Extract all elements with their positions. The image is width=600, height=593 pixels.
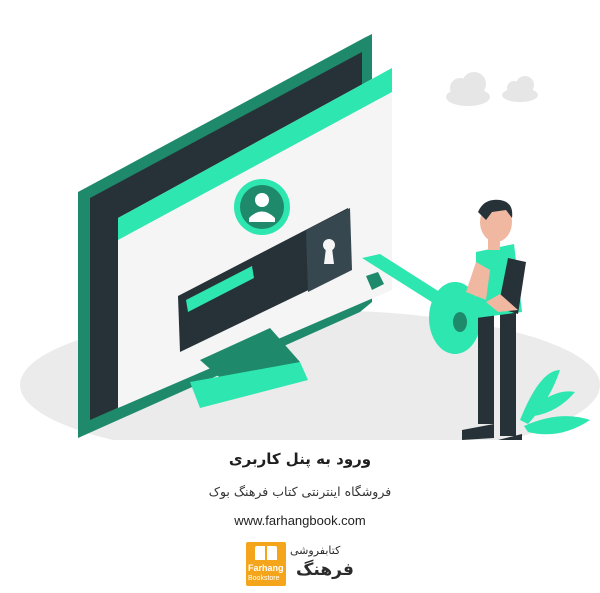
logo-english-sub: Bookstore bbox=[248, 575, 280, 582]
website-url[interactable]: www.farhangbook.com bbox=[0, 513, 600, 528]
user-avatar-icon bbox=[234, 179, 290, 235]
logo-english-name: Farhang bbox=[248, 563, 284, 573]
login-splash-page: ورود به پنل کاربری فروشگاه اینترنتی کتاب… bbox=[0, 0, 600, 593]
page-title: ورود به پنل کاربری bbox=[228, 450, 372, 468]
page-subtitle: فروشگاه اینترنتی کتاب فرهنگ بوک bbox=[208, 484, 392, 499]
cloud-icon bbox=[446, 72, 538, 106]
book-icon bbox=[255, 546, 277, 560]
farhang-logo: Farhang Bookstore کتابفروشی فرهنگ bbox=[246, 542, 356, 586]
logo-mark: Farhang Bookstore bbox=[246, 542, 286, 586]
login-illustration bbox=[20, 34, 600, 440]
logo-top-text: کتابفروشی bbox=[290, 544, 341, 557]
logo-main-text: فرهنگ bbox=[296, 560, 354, 580]
